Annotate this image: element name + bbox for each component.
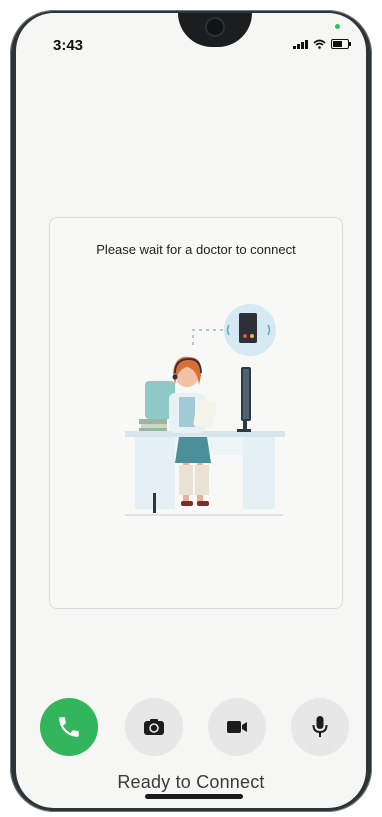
- signal-icon: [293, 40, 308, 49]
- video-camera-icon: [227, 721, 247, 733]
- doctor-illustration: [125, 304, 285, 516]
- video-toggle-button[interactable]: [208, 698, 266, 756]
- wifi-icon: [313, 39, 326, 49]
- phone-icon: [59, 717, 79, 737]
- home-indicator[interactable]: [145, 794, 243, 799]
- call-button[interactable]: [40, 698, 98, 756]
- privacy-indicator-icon: [335, 24, 340, 29]
- connection-status: Ready to Connect: [117, 772, 265, 792]
- battery-icon: [331, 39, 351, 49]
- waiting-message: Please wait for a doctor to connect: [96, 242, 296, 257]
- camera-notch: [178, 13, 252, 47]
- front-camera-icon: [207, 19, 223, 35]
- switch-camera-button[interactable]: [125, 698, 183, 756]
- microphone-icon: [312, 716, 328, 737]
- waiting-card: Please wait for a doctor to connect: [49, 217, 343, 609]
- camera-switch-icon: [144, 719, 164, 735]
- status-icons: [293, 39, 351, 49]
- status-time: 3:43: [53, 37, 84, 54]
- mic-toggle-button[interactable]: [291, 698, 349, 756]
